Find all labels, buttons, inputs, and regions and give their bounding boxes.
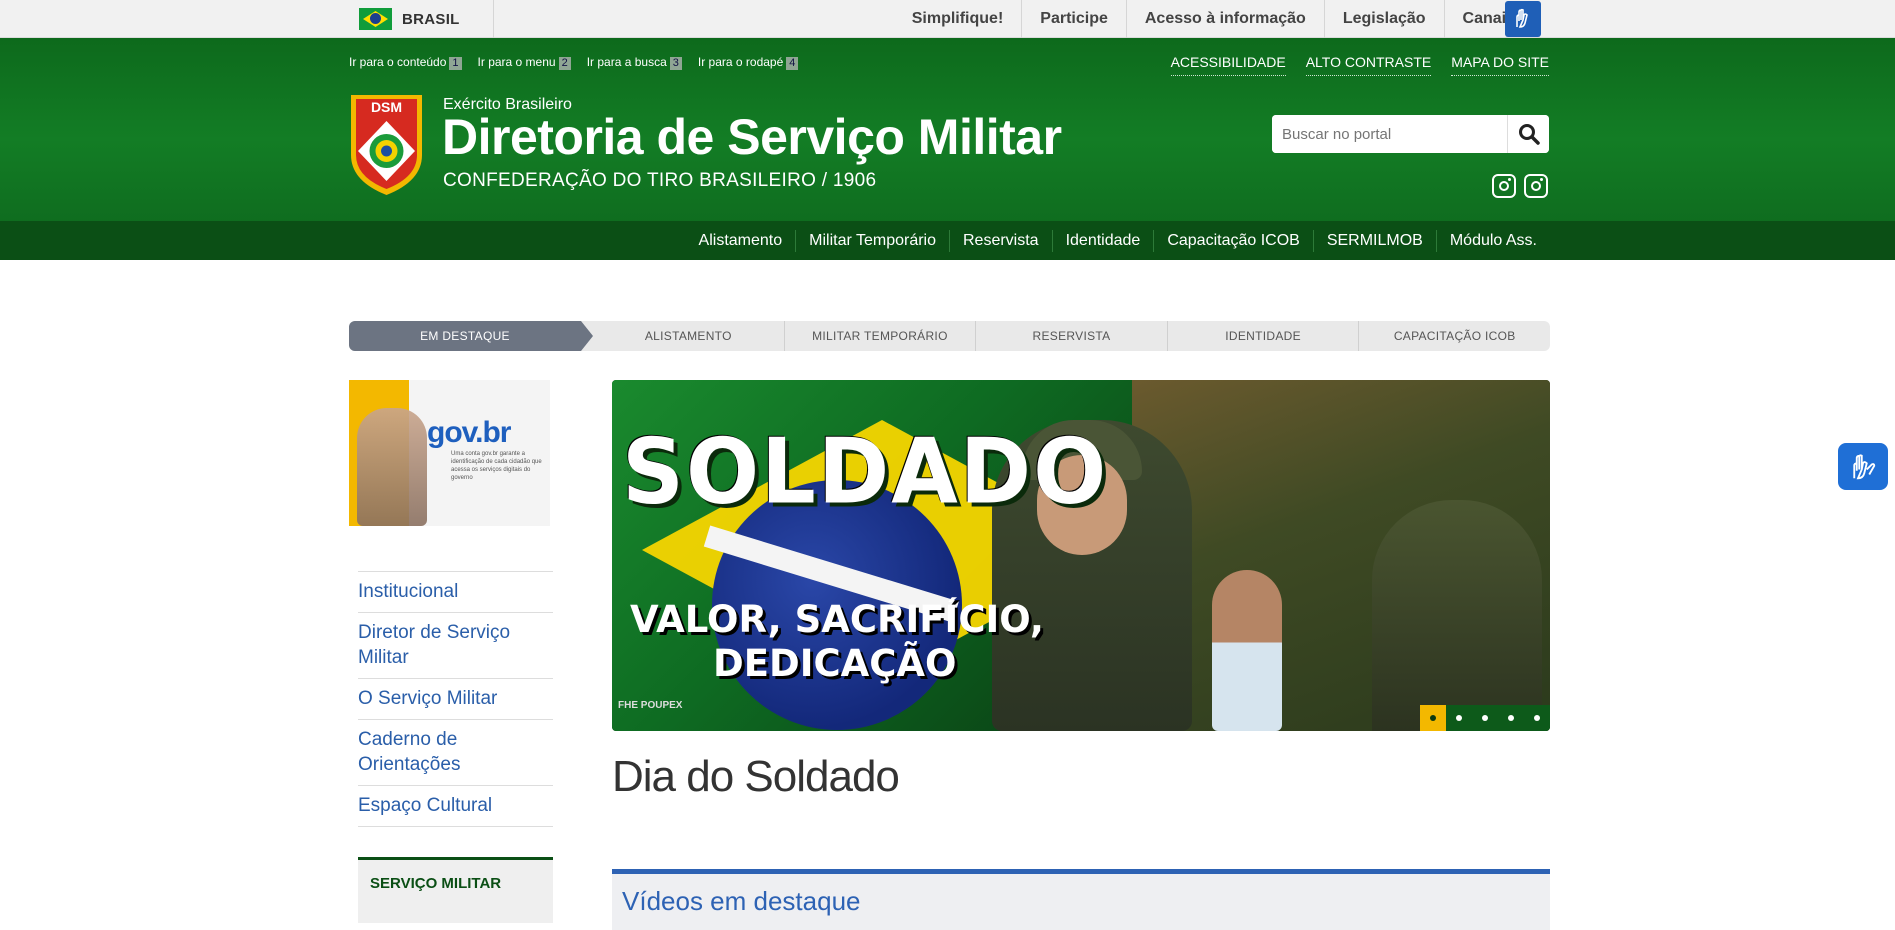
sidebar-item-diretor[interactable]: Diretor de Serviço Militar	[358, 612, 553, 678]
carousel-pagination	[1420, 705, 1550, 731]
nav-militar-temporario[interactable]: Militar Temporário	[795, 229, 949, 252]
instagram-icon[interactable]	[1492, 174, 1516, 198]
brasil-link[interactable]: BRASIL	[359, 0, 494, 38]
sidebar-item-servico-militar[interactable]: O Serviço Militar	[358, 678, 553, 719]
nav-sermilmob[interactable]: SERMILMOB	[1312, 229, 1436, 252]
carousel-tagline: VALOR, SACRIFÍCIO, DEDICAÇÃO	[630, 598, 1044, 685]
gov-links: Simplifique! Participe Acesso à informaç…	[894, 0, 1533, 38]
tab-identidade[interactable]: IDENTIDADE	[1166, 321, 1359, 351]
carousel-dot-1[interactable]	[1420, 705, 1446, 731]
nav-modulo-ass[interactable]: Módulo Ass.	[1435, 229, 1550, 252]
nav-alistamento[interactable]: Alistamento	[686, 230, 796, 252]
dsm-logo[interactable]: DSM	[349, 93, 424, 197]
govbr-banner[interactable]: gov.br Uma conta gov.br garante a identi…	[349, 380, 550, 526]
vlibras-widget-icon[interactable]	[1838, 443, 1888, 490]
nav-reservista[interactable]: Reservista	[949, 229, 1052, 252]
content-tabs: EM DESTAQUE ALISTAMENTO MILITAR TEMPORÁR…	[349, 321, 1550, 351]
carousel-dot-3[interactable]	[1472, 705, 1498, 731]
tab-reservista[interactable]: RESERVISTA	[975, 321, 1167, 351]
sidebar-menu: Institucional Diretor de Serviço Militar…	[358, 571, 553, 827]
instagram-icon[interactable]	[1524, 174, 1548, 198]
gov-link-acesso-informacao[interactable]: Acesso à informação	[1125, 0, 1324, 38]
videos-section-title: Vídeos em destaque	[612, 869, 1550, 930]
org-subtitle: CONFEDERAÇÃO DO TIRO BRASILEIRO / 1906	[443, 170, 877, 191]
nav-identidade[interactable]: Identidade	[1051, 229, 1154, 252]
govbr-banner-text: Uma conta gov.br garante a identificação…	[451, 451, 542, 481]
page-title[interactable]: Diretoria de Serviço Militar	[442, 108, 1062, 166]
tab-capacitacao-icob[interactable]: CAPACITAÇÃO ICOB	[1358, 321, 1550, 351]
search-input[interactable]	[1272, 115, 1507, 153]
skip-links: Ir para o conteúdo 1 Ir para o menu 2 Ir p…	[349, 55, 799, 70]
carousel-headline: SOLDADO	[622, 419, 1109, 525]
skip-link-search[interactable]: Ir para a busca 3	[587, 55, 682, 70]
slide-title[interactable]: Dia do Soldado	[612, 752, 900, 802]
tab-militar-temporario[interactable]: MILITAR TEMPORÁRIO	[783, 321, 976, 351]
search-icon	[1518, 124, 1540, 145]
high-contrast-link[interactable]: ALTO CONTRASTE	[1305, 54, 1432, 76]
accessibility-link[interactable]: ACESSIBILIDADE	[1170, 54, 1286, 76]
brasil-label: BRASIL	[402, 10, 460, 28]
skip-link-footer[interactable]: Ir para o rodapé 4	[698, 55, 799, 70]
nav-capacitacao-icob[interactable]: Capacitação ICOB	[1153, 229, 1313, 252]
gov-top-bar: BRASIL Simplifique! Participe Acesso à i…	[0, 0, 1895, 38]
site-header: Ir para o conteúdo 1 Ir para o menu 2 Ir p…	[0, 38, 1895, 260]
carousel-credit: FHE POUPEX	[618, 700, 683, 711]
child-image	[1212, 570, 1282, 731]
tab-alistamento[interactable]: ALISTAMENTO	[581, 321, 784, 351]
tab-em-destaque[interactable]: EM DESTAQUE	[349, 321, 593, 351]
accessibility-links: ACESSIBILIDADE ALTO CONTRASTE MAPA DO SI…	[1170, 54, 1549, 76]
featured-carousel[interactable]: SOLDADO VALOR, SACRIFÍCIO, DEDICAÇÃO FHE…	[612, 380, 1550, 731]
sidebar-item-espaco-cultural[interactable]: Espaço Cultural	[358, 785, 553, 827]
vlibras-hands-icon[interactable]	[1505, 1, 1541, 37]
carousel-dot-2[interactable]	[1446, 705, 1472, 731]
soldier-image	[1372, 500, 1542, 731]
main-nav: Alistamento Militar Temporário Reservist…	[0, 221, 1895, 260]
gov-link-participe[interactable]: Participe	[1021, 0, 1126, 38]
svg-text:DSM: DSM	[371, 99, 402, 115]
sidebar-item-institucional[interactable]: Institucional	[358, 571, 553, 612]
carousel-dot-4[interactable]	[1498, 705, 1524, 731]
skip-link-content[interactable]: Ir para o conteúdo 1	[349, 55, 462, 70]
search-box	[1272, 115, 1549, 153]
gov-link-simplifique[interactable]: Simplifique!	[894, 0, 1022, 38]
site-map-link[interactable]: MAPA DO SITE	[1451, 54, 1549, 76]
govbr-logo: gov.br	[427, 416, 511, 449]
gov-link-legislacao[interactable]: Legislação	[1323, 0, 1444, 38]
search-button[interactable]	[1507, 115, 1549, 153]
sidebar-item-caderno-orientacoes[interactable]: Caderno de Orientações	[358, 719, 553, 785]
sidebar-section-servico-militar[interactable]: SERVIÇO MILITAR	[358, 857, 553, 923]
banner-person-image	[357, 408, 427, 526]
social-links	[1492, 174, 1548, 198]
skip-link-menu[interactable]: Ir para o menu 2	[478, 55, 571, 70]
carousel-dot-5[interactable]	[1524, 705, 1550, 731]
brazil-flag-icon	[359, 8, 392, 30]
